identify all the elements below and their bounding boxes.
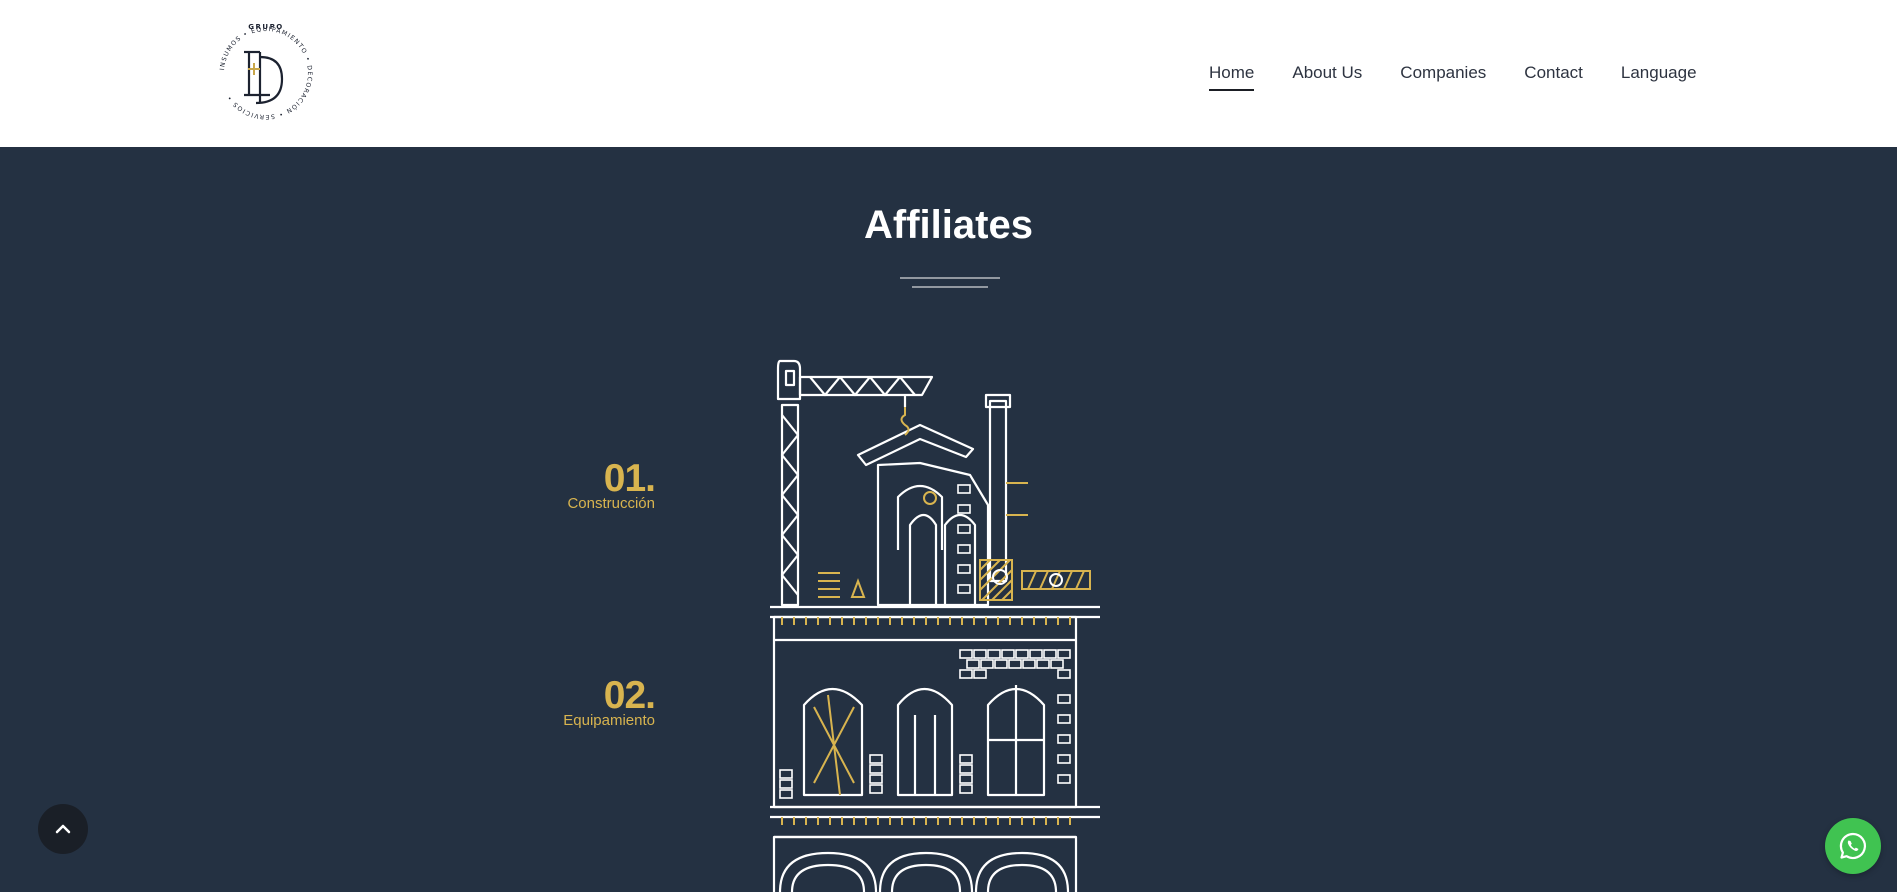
affiliate-construccion[interactable]: 01. Construcción [567,457,656,512]
affiliate-name: Equipamiento [563,712,655,729]
affiliate-number: 01. [603,457,656,500]
main-nav: Home About Us Companies Contact Language [1209,60,1697,91]
nav-home[interactable]: Home [1209,60,1255,91]
whatsapp-icon [1839,832,1867,860]
nav-language[interactable]: Language [1621,60,1697,88]
affiliate-number: 02. [603,674,656,717]
scroll-to-top-button[interactable] [38,804,88,854]
nav-contact[interactable]: Contact [1524,60,1583,88]
nav-companies[interactable]: Companies [1400,60,1486,88]
logo-ring-top: GRUPO [248,23,283,31]
building-illustration [770,359,1100,892]
chevron-up-icon [55,824,71,834]
svg-text:INSUMOS • EQUIPAMIENTO • DECOR: INSUMOS • EQUIPAMIENTO • DECORACIÓN • SE… [219,26,313,120]
logo-ring-text: INSUMOS • EQUIPAMIENTO • DECORACIÓN • SE… [219,26,312,120]
whatsapp-button[interactable] [1825,818,1881,874]
nav-about-us[interactable]: About Us [1292,60,1362,88]
title-divider [900,277,1000,288]
section-title: Affiliates [864,203,1033,247]
site-header: INSUMOS • EQUIPAMIENTO • DECORACIÓN • SE… [0,0,1897,147]
affiliate-name: Construcción [567,495,655,512]
affiliate-equipamiento[interactable]: 02. Equipamiento [563,674,656,729]
logo[interactable]: INSUMOS • EQUIPAMIENTO • DECORACIÓN • SE… [210,17,322,129]
logo-monogram [244,50,284,105]
